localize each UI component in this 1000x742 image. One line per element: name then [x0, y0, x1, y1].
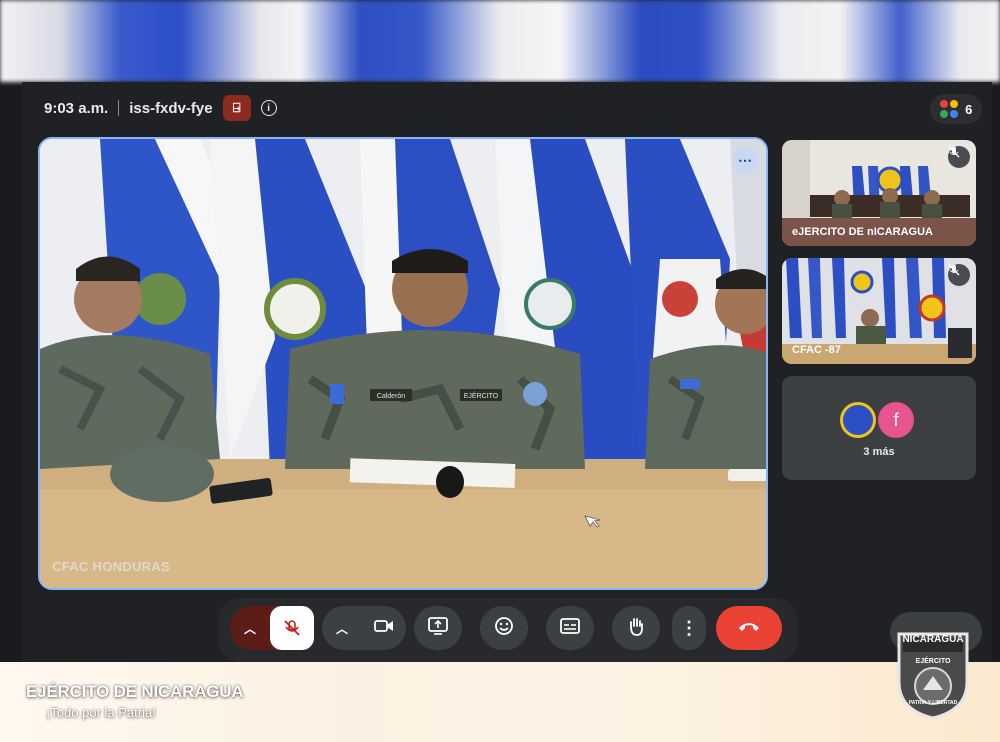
info-icon[interactable]: i: [260, 100, 277, 116]
present-screen-button[interactable]: [414, 606, 462, 650]
more-vert-icon: ⋮: [680, 618, 698, 638]
reactions-button[interactable]: [480, 606, 528, 650]
hang-up-icon: [737, 619, 761, 637]
mic-options-caret-icon[interactable]: ︿: [244, 620, 256, 637]
mic-off-icon[interactable]: [270, 606, 314, 650]
background-flags-strip: [0, 0, 1000, 82]
main-video-scene: Calderón EJÉRCITO: [40, 139, 766, 588]
brand-slogan: ¡Todo por la Patria!: [46, 705, 156, 720]
mic-muted-icon: [948, 264, 970, 286]
camera-icon[interactable]: [374, 618, 394, 639]
brand-title: EJÉRCITO DE NICARAGUA: [26, 682, 244, 701]
captions-icon: [560, 617, 580, 639]
participants-button[interactable]: 6: [930, 94, 982, 124]
people-icon: [939, 100, 958, 118]
hand-icon: [626, 616, 646, 641]
emoji-icon: [494, 616, 514, 641]
participant-count: 6: [965, 101, 973, 117]
side-tile-cfac[interactable]: CFAC -87: [782, 258, 976, 364]
side-tile-nicaragua[interactable]: eJERCITO DE nICARAGUA: [782, 140, 976, 246]
camera-options-caret-icon[interactable]: ︿: [336, 620, 348, 637]
header-divider: [118, 100, 120, 116]
mic-muted-icon: [948, 146, 970, 168]
control-bar: ︿ ︿ ⋮: [218, 598, 798, 662]
emblem-country: NICARAGUA: [902, 634, 964, 645]
more-options-button[interactable]: ⋮: [672, 606, 706, 650]
camera-control[interactable]: ︿: [322, 606, 406, 650]
more-participants-label: 3 más: [863, 446, 895, 458]
leave-call-button[interactable]: [716, 606, 782, 650]
captions-button[interactable]: [546, 606, 594, 650]
side-tile-2-name: CFAC -87: [792, 344, 841, 356]
side-tile-1-name: eJERCITO DE nICARAGUA: [792, 226, 933, 238]
more-participants-tile[interactable]: f 3 más: [782, 376, 976, 480]
host-controls-icon[interactable]: ⍈: [222, 95, 251, 121]
main-tile-name: CFAC HONDURAS: [52, 559, 171, 574]
main-video-tile[interactable]: Calderón EJÉRCITO ⋯ CFAC HONDURAS: [38, 137, 768, 590]
meeting-code[interactable]: iss-fxdv-fye: [129, 100, 212, 117]
participant-avatar-f: f: [878, 402, 914, 438]
participant-avatar-emblem: [840, 402, 876, 438]
emblem-motto: PATRIA Y LIBERTAD: [908, 700, 958, 706]
meeting-header: 9:03 a.m. iss-fxdv-fye ⍈ i: [44, 95, 277, 121]
meet-window: 9:03 a.m. iss-fxdv-fye ⍈ i 6 Calderón EJ…: [22, 82, 992, 662]
mic-control[interactable]: ︿: [230, 606, 314, 650]
emblem-branch: EJÉRCITO: [915, 658, 951, 665]
meeting-time: 9:03 a.m.: [44, 99, 109, 117]
branding-strip: [0, 662, 1000, 742]
present-screen-icon: [428, 616, 448, 640]
uniform-name-tag: Calderón: [377, 393, 406, 400]
tile-options-button[interactable]: ⋯: [732, 147, 758, 173]
uniform-branch-tag: EJÉRCITO: [464, 391, 499, 400]
raise-hand-button[interactable]: [612, 606, 660, 650]
